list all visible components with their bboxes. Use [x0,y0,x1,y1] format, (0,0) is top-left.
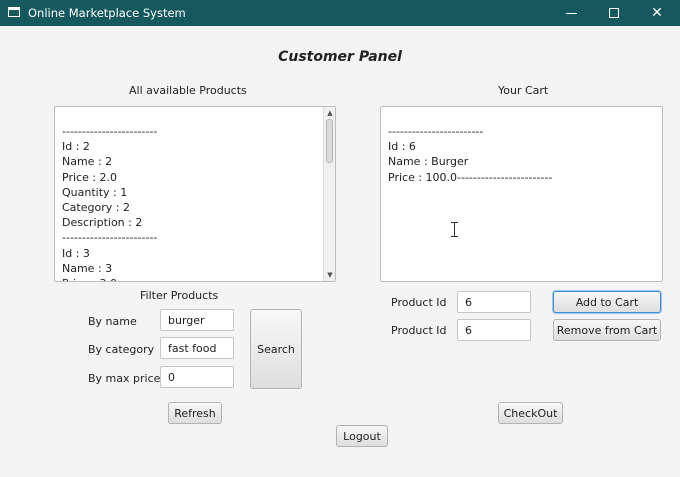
cart-text: ------------------------ Id : 6 Name : B… [388,125,553,184]
maximize-button[interactable] [591,0,637,26]
window-title: Online Marketplace System [28,6,186,20]
remove-from-cart-button[interactable]: Remove from Cart [553,319,661,341]
by-category-label: By category [88,343,155,356]
maximize-icon [609,8,619,18]
logout-button[interactable]: Logout [336,425,388,447]
scroll-up-icon[interactable]: ▲ [325,108,335,118]
title-bar: Online Marketplace System ✕ [0,0,680,26]
page-title: Customer Panel [278,49,402,65]
by-max-price-label: By max price [88,372,161,385]
product-id-label-remove: Product Id [391,324,447,337]
close-button[interactable]: ✕ [634,0,680,26]
by-category-input[interactable] [160,337,234,359]
product-id-input-add[interactable] [457,291,531,313]
minimize-button[interactable] [549,0,595,26]
by-name-input[interactable] [160,309,234,331]
close-icon: ✕ [651,5,663,21]
product-id-label-add: Product Id [391,296,447,309]
refresh-button[interactable]: Refresh [168,402,222,424]
products-textarea[interactable]: ------------------------ Id : 2 Name : 2… [54,106,336,282]
products-text: ------------------------ Id : 2 Name : 2… [62,125,158,281]
add-to-cart-button[interactable]: Add to Cart [553,291,661,313]
by-max-price-input[interactable] [160,366,234,388]
minimize-icon [566,13,577,14]
cart-label: Your Cart [498,84,549,97]
text-cursor-icon [451,222,458,237]
products-label: All available Products [129,84,247,97]
scroll-thumb[interactable] [326,119,333,163]
product-id-input-remove[interactable] [457,319,531,341]
products-scrollbar[interactable]: ▲ ▼ [323,107,335,281]
by-name-label: By name [88,315,137,328]
filter-label: Filter Products [140,289,219,302]
app-window: Online Marketplace System ✕ Customer Pan… [0,0,680,477]
app-icon [8,7,20,17]
checkout-button[interactable]: CheckOut [498,402,563,424]
scroll-down-icon[interactable]: ▼ [325,270,335,280]
cart-textarea[interactable]: ------------------------ Id : 6 Name : B… [380,106,663,282]
search-button[interactable]: Search [250,309,302,389]
